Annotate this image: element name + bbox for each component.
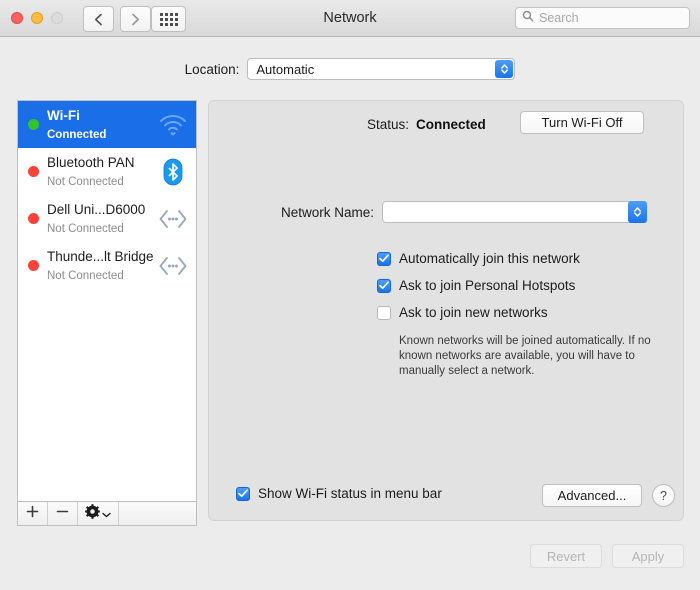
service-status: Connected: [47, 128, 107, 141]
wifi-icon: [156, 114, 190, 136]
service-row-bluetooth-pan[interactable]: Bluetooth PAN Not Connected: [18, 148, 196, 195]
service-status: Not Connected: [47, 269, 124, 282]
adapter-icon: [156, 255, 190, 277]
service-status: Not Connected: [47, 175, 124, 188]
location-label: Location:: [184, 61, 240, 77]
revert-button[interactable]: Revert: [530, 544, 602, 568]
show-wifi-status-checkbox[interactable]: [236, 486, 250, 501]
help-button[interactable]: ?: [652, 484, 675, 507]
location-value: Automatic: [256, 61, 315, 77]
status-value: Connected: [416, 117, 486, 132]
footer-buttons: Revert Apply: [530, 544, 684, 568]
new-networks-checkbox[interactable]: [377, 305, 391, 320]
status-label: Status:: [366, 117, 409, 132]
service-name: Bluetooth PAN: [47, 154, 135, 170]
minus-icon: [56, 505, 69, 523]
auto-join-checkbox[interactable]: [377, 251, 391, 266]
apply-button[interactable]: Apply: [612, 544, 684, 568]
status-indicator-dot: [28, 166, 39, 177]
bluetooth-icon: [156, 157, 190, 187]
search-field[interactable]: Search: [515, 7, 690, 29]
chevron-down-icon: [102, 505, 111, 523]
service-row-wifi[interactable]: Wi-Fi Connected: [18, 101, 196, 148]
gear-icon: [85, 503, 100, 524]
panel-bottom-row: Show Wi-Fi status in menu bar Advanced..…: [209, 484, 685, 508]
add-service-button[interactable]: [18, 502, 48, 525]
status-indicator-dot: [28, 213, 39, 224]
help-description-text: Known networks will be joined automatica…: [399, 335, 651, 377]
service-text: Dell Uni...D6000 Not Connected: [47, 201, 156, 237]
service-actions-button[interactable]: [78, 502, 119, 525]
search-icon: [522, 9, 534, 27]
checkbox-row-new-networks[interactable]: Ask to join new networks: [377, 299, 580, 326]
checkbox-row-personal-hotspots[interactable]: Ask to join Personal Hotspots: [377, 272, 580, 299]
services-list-toolbar: [17, 502, 197, 526]
plus-icon: [26, 505, 39, 523]
wifi-options-group: Automatically join this network Ask to j…: [377, 245, 580, 326]
advanced-button[interactable]: Advanced...: [542, 484, 642, 507]
service-row-dell-dock[interactable]: Dell Uni...D6000 Not Connected: [18, 195, 196, 242]
location-row: Location: Automatic: [0, 58, 700, 80]
status-indicator-dot: [28, 119, 39, 130]
popup-stepper-icon: [495, 60, 514, 78]
service-row-thunderbolt-bridge[interactable]: Thunde...lt Bridge Not Connected: [18, 242, 196, 289]
network-name-label: Network Name:: [280, 204, 374, 220]
combobox-stepper-icon: [628, 201, 647, 223]
new-networks-label: Ask to join new networks: [399, 305, 548, 320]
personal-hotspots-checkbox[interactable]: [377, 278, 391, 293]
personal-hotspots-label: Ask to join Personal Hotspots: [399, 278, 576, 293]
turn-wifi-off-button[interactable]: Turn Wi-Fi Off: [520, 111, 644, 134]
remove-service-button[interactable]: [48, 502, 78, 525]
status-indicator-dot: [28, 260, 39, 271]
network-name-row: Network Name:: [209, 201, 685, 223]
service-text: Bluetooth PAN Not Connected: [47, 154, 156, 190]
service-name: Dell Uni...D6000: [47, 201, 146, 217]
location-popup-button[interactable]: Automatic: [247, 58, 516, 80]
service-status: Not Connected: [47, 222, 124, 235]
service-text: Thunde...lt Bridge Not Connected: [47, 248, 156, 284]
auto-join-label: Automatically join this network: [399, 251, 580, 266]
service-text: Wi-Fi Connected: [47, 107, 156, 143]
search-placeholder: Search: [539, 11, 579, 25]
network-name-combobox[interactable]: [382, 201, 647, 223]
service-name: Thunde...lt Bridge: [47, 248, 154, 264]
network-services-list[interactable]: Wi-Fi Connected Bluetooth PAN Not Connec…: [17, 100, 197, 502]
show-wifi-status-label: Show Wi-Fi status in menu bar: [258, 486, 442, 501]
checkbox-row-show-status[interactable]: Show Wi-Fi status in menu bar: [236, 486, 442, 501]
adapter-icon: [156, 208, 190, 230]
service-name: Wi-Fi: [47, 107, 80, 123]
wifi-settings-panel: Status: Connected Turn Wi-Fi Off Network…: [208, 100, 684, 521]
checkbox-row-auto-join[interactable]: Automatically join this network: [377, 245, 580, 272]
window-titlebar: Network Search: [0, 0, 700, 37]
